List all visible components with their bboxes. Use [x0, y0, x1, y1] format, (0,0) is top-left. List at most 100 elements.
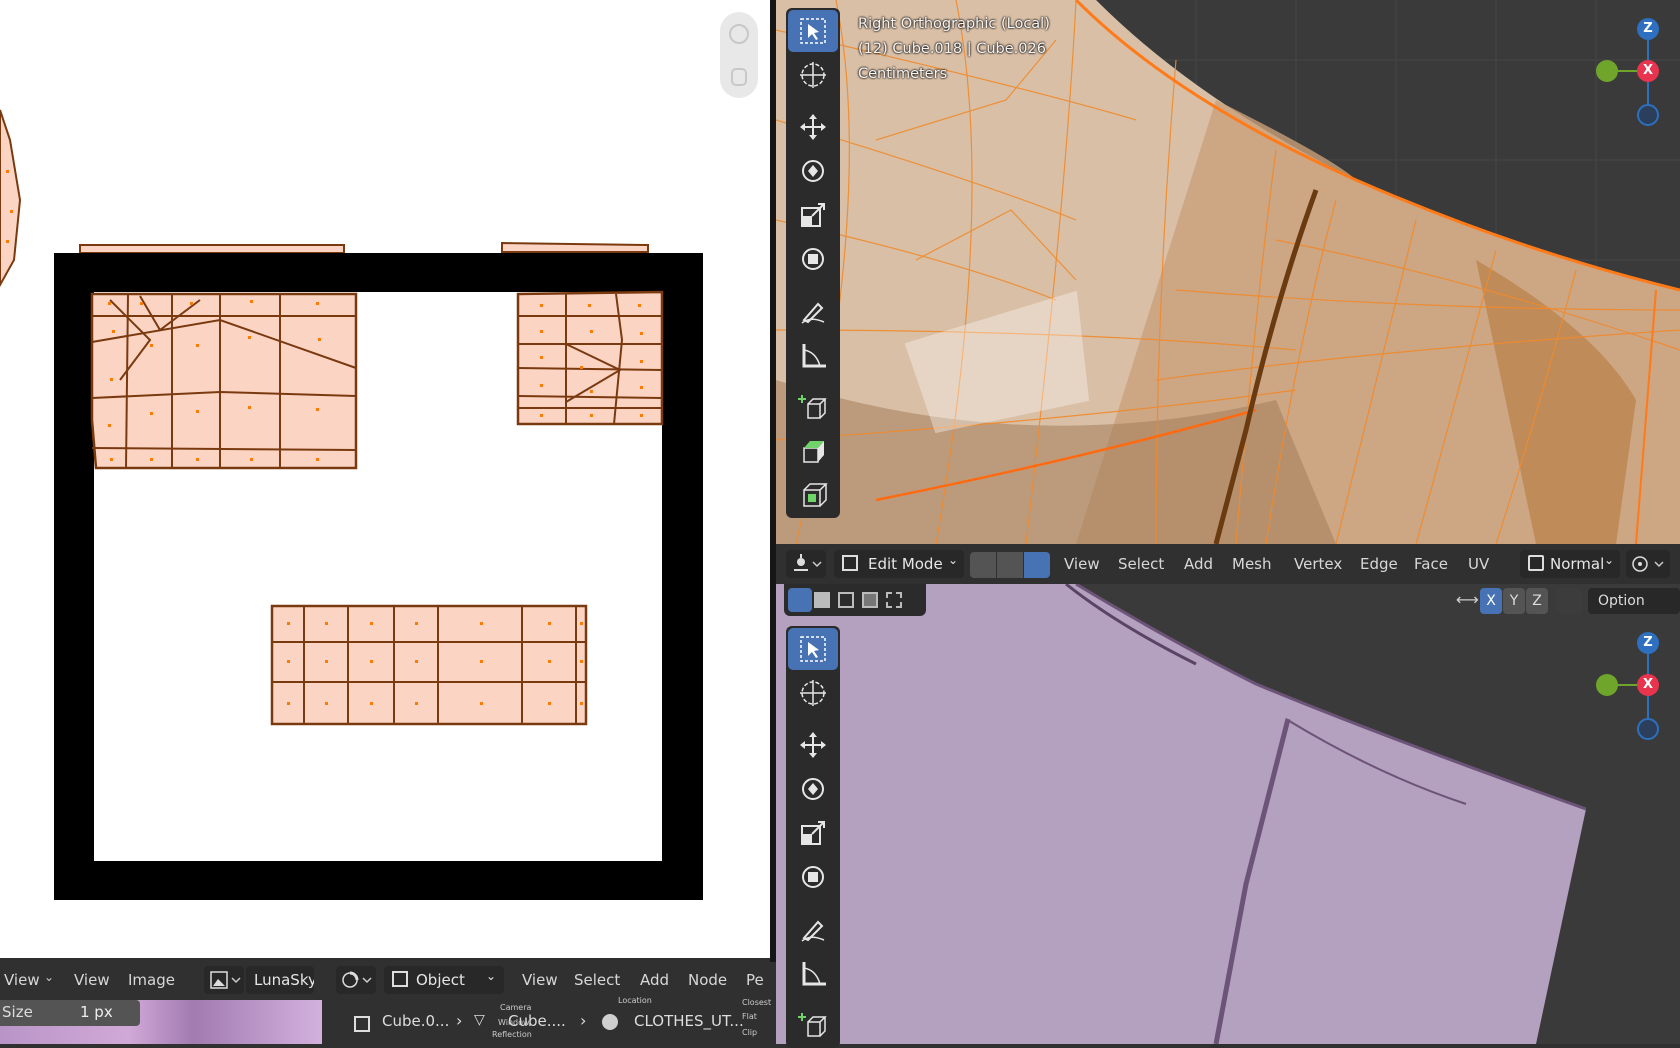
- node-view-menu[interactable]: View: [522, 962, 558, 998]
- pan-hand-icon[interactable]: [731, 68, 747, 86]
- node-select-menu[interactable]: Select: [574, 962, 620, 998]
- uv-view-menu[interactable]: View: [4, 962, 40, 998]
- tool-move[interactable]: [788, 724, 838, 766]
- uv-island-left: [0, 109, 22, 288]
- truncated-menu[interactable]: Pe: [746, 962, 764, 998]
- tool-move[interactable]: [788, 106, 838, 148]
- tool-transform[interactable]: [788, 238, 838, 280]
- menu-uv[interactable]: UV: [1468, 546, 1489, 582]
- tool-select-box[interactable]: [788, 10, 838, 52]
- orientation-dropdown[interactable]: Normal ⌄: [1520, 550, 1620, 578]
- uv-island-right: [516, 290, 664, 426]
- tool-measure[interactable]: [788, 334, 838, 376]
- tool-measure[interactable]: [788, 952, 838, 994]
- mirror-x-toggle[interactable]: X: [1480, 588, 1502, 614]
- gizmo-z-axis[interactable]: Z: [1637, 18, 1659, 40]
- tool-rotate[interactable]: [788, 150, 838, 192]
- scale-icon: [801, 203, 825, 227]
- node-add-menu[interactable]: Add: [640, 962, 669, 998]
- rotate-icon: [802, 778, 824, 800]
- menu-face[interactable]: Face: [1414, 546, 1448, 582]
- 3d-view-icon: [794, 554, 822, 571]
- uv-image-menu[interactable]: Image: [128, 962, 175, 998]
- menu-select[interactable]: Select: [1118, 546, 1164, 582]
- uv-editor-canvas[interactable]: [0, 0, 770, 958]
- edge-select-icon[interactable]: [997, 552, 1023, 578]
- chevron-right-icon: ›: [580, 1011, 587, 1030]
- tool-rotate[interactable]: [788, 768, 838, 810]
- tool-transform[interactable]: [788, 856, 838, 898]
- measure-icon: [802, 962, 826, 986]
- select-invert-icon[interactable]: [862, 592, 878, 608]
- tool-annotate[interactable]: [788, 290, 838, 332]
- tool-add-cube[interactable]: [788, 386, 838, 428]
- rotate-icon: [802, 160, 824, 182]
- gizmo-z-axis[interactable]: Z: [1637, 632, 1659, 654]
- tool-shelf-bottom: [786, 626, 840, 1048]
- tool-inset[interactable]: [788, 474, 838, 516]
- pivot-dropdown[interactable]: [1626, 550, 1670, 578]
- options-button[interactable]: Option: [1588, 588, 1680, 614]
- menu-mesh[interactable]: Mesh: [1232, 546, 1272, 582]
- face-select-icon[interactable]: [1024, 552, 1050, 578]
- menu-edge[interactable]: Edge: [1360, 546, 1398, 582]
- uv-navigation-gizmo[interactable]: [720, 12, 758, 98]
- gizmo-y-axis[interactable]: [1596, 674, 1618, 696]
- image-browse-button[interactable]: [204, 966, 244, 994]
- image-name-field[interactable]: LunaSky: [246, 966, 314, 994]
- edit-mode-icon: [842, 555, 858, 571]
- select-new-icon[interactable]: [788, 588, 812, 612]
- axis-gizmo[interactable]: Z X: [1596, 628, 1676, 740]
- node-socket-label: Window: [498, 1018, 530, 1027]
- viewport-bottom[interactable]: ⟷ X Y Z Option Z X: [776, 584, 1680, 1044]
- node-node-menu[interactable]: Node: [688, 962, 727, 998]
- mirror-y-toggle[interactable]: Y: [1503, 588, 1525, 614]
- zoom-icon[interactable]: [729, 24, 749, 44]
- tool-select-box[interactable]: [788, 628, 838, 670]
- select-intersect-icon[interactable]: [886, 592, 902, 608]
- viewport-top[interactable]: Right Orthographic (Local) (12) Cube.018…: [776, 0, 1680, 544]
- chevron-down-icon: ⌄: [947, 553, 958, 567]
- breadcrumb-object[interactable]: Cube.0...: [382, 1012, 449, 1030]
- object-type-dropdown[interactable]: Object ⌄: [384, 966, 504, 994]
- gizmo-neg-z-axis[interactable]: [1637, 718, 1659, 740]
- chevron-right-icon: ›: [456, 1011, 463, 1030]
- gizmo-neg-z-axis[interactable]: [1637, 104, 1659, 126]
- uv-size-field[interactable]: Size 1 px: [0, 1000, 140, 1026]
- gizmo-x-axis[interactable]: X: [1637, 674, 1659, 696]
- mirror-z-toggle[interactable]: Z: [1526, 588, 1548, 614]
- tool-scale[interactable]: [788, 194, 838, 236]
- add-cube-icon: [798, 1013, 827, 1037]
- node-socket-label: Clip: [742, 1028, 758, 1037]
- node-socket-label: Closest: [742, 998, 772, 1007]
- transform-icon: [802, 248, 824, 270]
- mode-dropdown[interactable]: Edit Mode ⌄: [834, 550, 964, 578]
- editor-type-button[interactable]: [786, 550, 826, 578]
- transform-icon: [802, 866, 824, 888]
- vertex-select-icon[interactable]: [970, 552, 996, 578]
- cloth-render: [776, 584, 1587, 1044]
- menu-add[interactable]: Add: [1184, 546, 1213, 582]
- select-box-icon: [800, 18, 826, 44]
- menu-vertex[interactable]: Vertex: [1294, 546, 1342, 582]
- editor-type-button[interactable]: [336, 966, 376, 994]
- tool-cursor[interactable]: [788, 672, 838, 714]
- tool-extrude[interactable]: [788, 430, 838, 472]
- axis-gizmo[interactable]: Z X: [1596, 14, 1676, 126]
- gizmo-y-axis[interactable]: [1596, 60, 1618, 82]
- snap-icon[interactable]: [1556, 588, 1582, 614]
- menu-view[interactable]: View: [1064, 546, 1100, 582]
- select-extend-icon[interactable]: [814, 592, 830, 608]
- orientation-label: Normal: [1550, 555, 1605, 573]
- uv-island-bottom: [270, 604, 588, 726]
- tool-cursor[interactable]: [788, 54, 838, 96]
- tool-add-cube[interactable]: [788, 1004, 838, 1046]
- select-box-icon: [800, 636, 826, 662]
- select-subtract-icon[interactable]: [838, 592, 854, 608]
- uv-view-label[interactable]: View: [74, 962, 110, 998]
- tool-scale[interactable]: [788, 812, 838, 854]
- breadcrumb-material[interactable]: CLOTHES_UT...: [634, 1012, 744, 1030]
- gizmo-x-axis[interactable]: X: [1637, 60, 1659, 82]
- mode-label: Edit Mode: [868, 555, 943, 573]
- tool-annotate[interactable]: [788, 908, 838, 950]
